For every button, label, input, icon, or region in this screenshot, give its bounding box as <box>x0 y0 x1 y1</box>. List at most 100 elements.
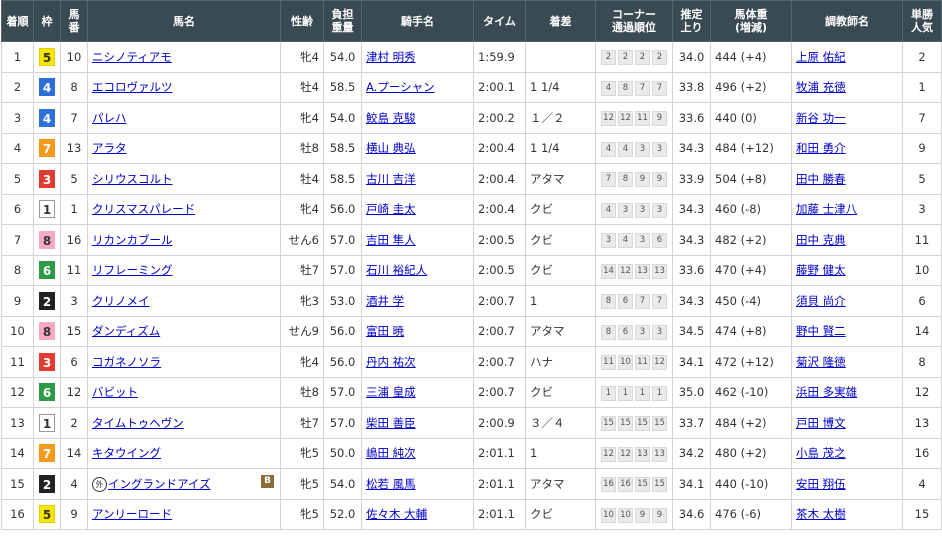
trainer-cell[interactable]: 田中 勝春 <box>791 163 903 195</box>
jockey-cell[interactable]: 石川 裕紀人 <box>361 254 474 286</box>
trainer-cell[interactable]: 牧浦 充徳 <box>791 71 903 103</box>
horse-name-link[interactable]: ダンディズム <box>92 324 160 338</box>
jockey-cell[interactable]: 横山 典弘 <box>361 132 474 164</box>
trainer-cell[interactable]: 茶木 太樹 <box>791 498 903 530</box>
jockey-cell-link[interactable]: 嶋田 純次 <box>366 446 416 460</box>
horse-name-cell[interactable]: アラタ <box>87 132 281 164</box>
jockey-cell-link[interactable]: 三浦 皇成 <box>366 385 416 399</box>
trainer-cell[interactable]: 浜田 多実雄 <box>791 376 903 408</box>
trainer-cell-link[interactable]: 小島 茂之 <box>796 446 846 460</box>
horse-name-link[interactable]: エコロヴァルツ <box>92 80 173 94</box>
horse-name-cell[interactable]: 外イングランドアイズ B <box>87 468 281 500</box>
jockey-cell[interactable]: 丹内 祐次 <box>361 346 474 378</box>
horse-name-link[interactable]: シリウスコルト <box>92 172 173 186</box>
jockey-cell-link[interactable]: 横山 典弘 <box>366 141 416 155</box>
trainer-cell-link[interactable]: 和田 勇介 <box>796 141 846 155</box>
rank-cell: 15 <box>1 468 34 500</box>
jockey-cell[interactable]: 嶋田 純次 <box>361 437 474 469</box>
jockey-cell[interactable]: 吉田 隼人 <box>361 224 474 256</box>
jockey-cell[interactable]: A.プーシャン <box>361 71 474 103</box>
horse-name-link[interactable]: キタウイング <box>92 446 161 460</box>
rank-cell: 14 <box>1 437 34 469</box>
horse-name-link[interactable]: コガネノソラ <box>92 355 161 369</box>
jockey-cell[interactable]: 松若 風馬 <box>361 468 474 500</box>
trainer-cell-link[interactable]: 牧浦 充徳 <box>796 80 846 94</box>
trainer-cell-link[interactable]: 戸田 博文 <box>796 416 846 430</box>
horse-name-cell[interactable]: リフレーミング <box>87 254 281 286</box>
jockey-cell-link[interactable]: 富田 暁 <box>366 324 404 338</box>
horse-name-cell[interactable]: タイムトゥヘヴン <box>87 407 281 439</box>
horse-name-cell[interactable]: ニシノティアモ <box>87 41 281 73</box>
horse-name-link[interactable]: イングランドアイズ <box>108 477 211 491</box>
trainer-cell[interactable]: 安田 翔伍 <box>791 468 903 500</box>
horse-name-link[interactable]: リカンカブール <box>92 233 173 247</box>
trainer-cell-link[interactable]: 田中 勝春 <box>796 172 846 186</box>
horse-name-cell[interactable]: クリスマスパレード <box>87 193 281 225</box>
horse-name-cell[interactable]: コガネノソラ <box>87 346 281 378</box>
waku-cell: 3 <box>33 346 61 378</box>
horse-name-cell[interactable]: シリウスコルト <box>87 163 281 195</box>
horse-name-cell[interactable]: バビット <box>87 376 281 408</box>
horse-name-cell[interactable]: パレハ <box>87 102 281 134</box>
jockey-cell[interactable]: 戸崎 圭太 <box>361 193 474 225</box>
jockey-cell-link[interactable]: 酒井 学 <box>366 294 404 308</box>
jockey-cell-link[interactable]: 柴田 善臣 <box>366 416 416 430</box>
trainer-cell[interactable]: 菊沢 隆徳 <box>791 346 903 378</box>
jockey-cell[interactable]: 古川 吉洋 <box>361 163 474 195</box>
jockey-cell[interactable]: 津村 明秀 <box>361 41 474 73</box>
jockey-cell-link[interactable]: 津村 明秀 <box>366 50 416 64</box>
trainer-cell-link[interactable]: 上原 佑紀 <box>796 50 846 64</box>
horse-name-cell[interactable]: エコロヴァルツ <box>87 71 281 103</box>
trainer-cell-link[interactable]: 藤野 健太 <box>796 263 846 277</box>
trainer-cell[interactable]: 戸田 博文 <box>791 407 903 439</box>
trainer-cell[interactable]: 上原 佑紀 <box>791 41 903 73</box>
horse-name-cell[interactable]: アンリーロード <box>87 498 281 530</box>
trainer-cell[interactable]: 加藤 士津八 <box>791 193 903 225</box>
trainer-cell[interactable]: 田中 克典 <box>791 224 903 256</box>
trainer-cell-link[interactable]: 新谷 功一 <box>796 111 846 125</box>
horse-name-link[interactable]: クリスマスパレード <box>92 202 195 216</box>
horse-name-cell[interactable]: クリノメイ <box>87 285 281 317</box>
jockey-cell-link[interactable]: 佐々木 大輔 <box>366 507 427 521</box>
trainer-cell[interactable]: 小島 茂之 <box>791 437 903 469</box>
horse-name-link[interactable]: アラタ <box>92 141 127 155</box>
jockey-cell-link[interactable]: 鮫島 克駿 <box>366 111 416 125</box>
horse-name-cell[interactable]: ダンディズム <box>87 315 281 347</box>
jockey-cell[interactable]: 酒井 学 <box>361 285 474 317</box>
horse-name-link[interactable]: タイムトゥヘヴン <box>92 416 184 430</box>
horse-name-link[interactable]: アンリーロード <box>92 507 172 521</box>
horse-name-cell[interactable]: リカンカブール <box>87 224 281 256</box>
corner-position: 15 <box>618 416 633 432</box>
jockey-cell[interactable]: 三浦 皇成 <box>361 376 474 408</box>
jockey-cell[interactable]: 鮫島 克駿 <box>361 102 474 134</box>
jockey-cell-link[interactable]: 松若 風馬 <box>366 477 416 491</box>
horse-name-link[interactable]: リフレーミング <box>92 263 173 277</box>
trainer-cell-link[interactable]: 菊沢 隆徳 <box>796 355 846 369</box>
horse-name-link[interactable]: パレハ <box>92 111 127 125</box>
trainer-cell-link[interactable]: 須貝 尚介 <box>796 294 846 308</box>
jockey-cell-link[interactable]: 古川 吉洋 <box>366 172 416 186</box>
jockey-cell-link[interactable]: A.プーシャン <box>366 80 435 94</box>
trainer-cell-link[interactable]: 茶木 太樹 <box>796 507 846 521</box>
horse-name-link[interactable]: ニシノティアモ <box>92 50 172 64</box>
trainer-cell[interactable]: 和田 勇介 <box>791 132 903 164</box>
trainer-cell-link[interactable]: 田中 克典 <box>796 233 846 247</box>
jockey-cell[interactable]: 柴田 善臣 <box>361 407 474 439</box>
jockey-cell[interactable]: 富田 暁 <box>361 315 474 347</box>
trainer-cell-link[interactable]: 野中 賢二 <box>796 324 846 338</box>
horse-name-link[interactable]: バビット <box>92 385 138 399</box>
jockey-cell-link[interactable]: 戸崎 圭太 <box>366 202 416 216</box>
jockey-cell-link[interactable]: 吉田 隼人 <box>366 233 416 247</box>
jockey-cell-link[interactable]: 丹内 祐次 <box>366 355 416 369</box>
trainer-cell[interactable]: 新谷 功一 <box>791 102 903 134</box>
trainer-cell-link[interactable]: 安田 翔伍 <box>796 477 846 491</box>
trainer-cell-link[interactable]: 加藤 士津八 <box>796 202 857 216</box>
jockey-cell[interactable]: 佐々木 大輔 <box>361 498 474 530</box>
trainer-cell[interactable]: 須貝 尚介 <box>791 285 903 317</box>
horse-name-cell[interactable]: キタウイング <box>87 437 281 469</box>
trainer-cell-link[interactable]: 浜田 多実雄 <box>796 385 857 399</box>
jockey-cell-link[interactable]: 石川 裕紀人 <box>366 263 427 277</box>
trainer-cell[interactable]: 野中 賢二 <box>791 315 903 347</box>
trainer-cell[interactable]: 藤野 健太 <box>791 254 903 286</box>
horse-name-link[interactable]: クリノメイ <box>92 294 150 308</box>
